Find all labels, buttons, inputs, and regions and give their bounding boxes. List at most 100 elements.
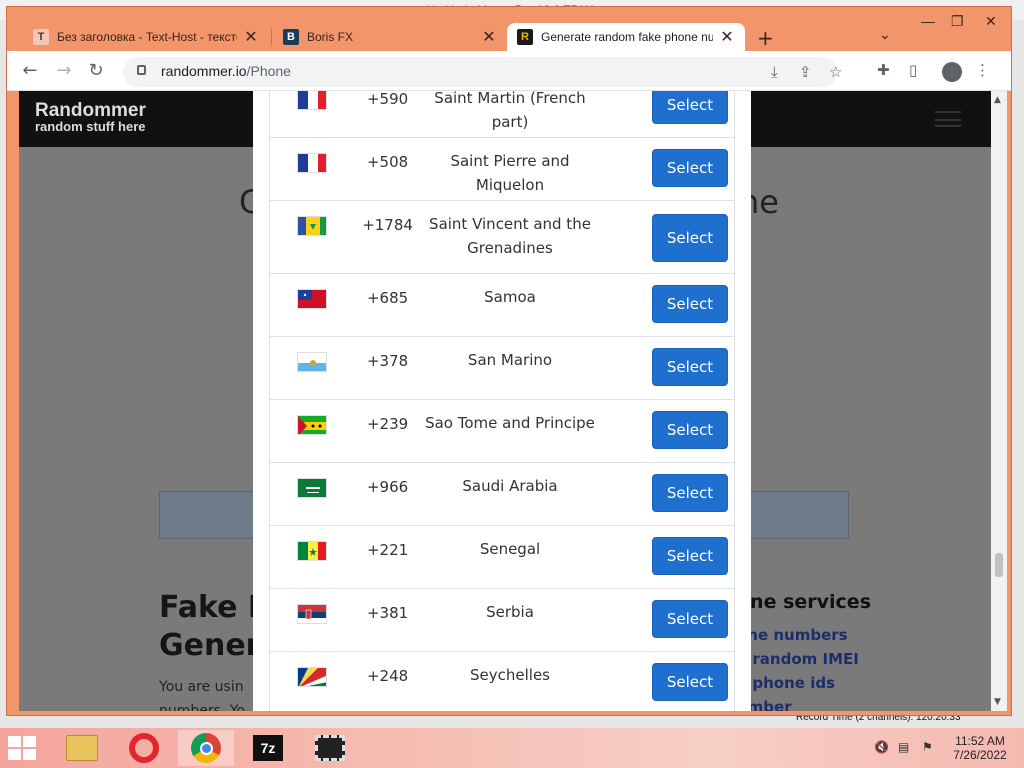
country-name: Serbia	[486, 603, 534, 621]
new-tab-button[interactable]: +	[757, 26, 774, 50]
tab-randommer-phone[interactable]: R Generate random fake phone numbers ✕	[507, 23, 745, 51]
url-path: /Phone	[246, 63, 291, 79]
flag-sc-icon	[297, 667, 327, 687]
flag-st-icon	[297, 415, 327, 435]
country-name: Saint Vincent and the Grenadines	[429, 215, 591, 257]
select-button[interactable]: Select	[651, 285, 728, 323]
logo-line-2: random stuff here	[35, 119, 146, 134]
service-link[interactable]: one numbers	[737, 623, 859, 647]
country-name: Seychelles	[470, 666, 550, 684]
flag-sn-icon	[297, 541, 327, 561]
minimize-icon[interactable]: —	[921, 13, 935, 29]
service-link[interactable]: e phone ids	[737, 671, 859, 695]
service-link[interactable]: e random IMEI	[737, 647, 859, 671]
paragraph-line-1: You are usin	[159, 679, 244, 695]
vegas-pro-film-icon[interactable]	[302, 730, 358, 766]
close-icon[interactable]: ✕	[243, 27, 259, 47]
select-button[interactable]: Select	[651, 663, 728, 701]
scrollbar-thumb[interactable]	[995, 553, 1003, 577]
system-clock[interactable]: 11:52 AM 7/26/2022	[940, 734, 1020, 762]
opera-browser-icon[interactable]	[116, 730, 172, 766]
country-code: +248	[366, 667, 409, 685]
file-explorer-icon[interactable]	[54, 730, 110, 766]
page-scrollbar[interactable]: ▲ ▼	[991, 91, 1007, 711]
address-url[interactable]: randommer.io/Phone	[161, 63, 291, 79]
more-menu-icon[interactable]: ⋮	[975, 61, 990, 79]
paragraph-line-2: numbers. Yo	[159, 703, 246, 711]
flag-rs-icon	[297, 604, 327, 624]
tab-boris-fx[interactable]: B Boris FX ✕	[273, 23, 507, 51]
tab-separator	[271, 29, 272, 45]
bookmark-star-icon[interactable]: ☆	[829, 63, 842, 81]
select-button[interactable]: Select	[651, 537, 728, 575]
7zip-icon[interactable]: 7z	[240, 730, 296, 766]
windows-start-icon[interactable]	[8, 736, 36, 760]
address-bar[interactable]: randommer.io/Phone ⤓ ⇪ ☆	[123, 57, 842, 87]
select-button[interactable]: Select	[651, 474, 728, 512]
window-close-icon[interactable]: ✕	[985, 13, 997, 30]
select-cell: Select	[605, 474, 734, 512]
tab-text-host[interactable]: T Без заголовка - Text-Host - текстовый …	[23, 23, 269, 51]
country-name: Samoa	[484, 288, 536, 306]
country-name: Senegal	[479, 540, 541, 558]
side-panel-icon[interactable]: ▯	[909, 61, 917, 79]
install-app-icon[interactable]: ⤓	[771, 63, 778, 81]
chrome-browser-icon[interactable]	[178, 730, 234, 766]
select-button[interactable]: Select	[651, 600, 728, 638]
select-cell: Select	[605, 663, 734, 701]
site-logo[interactable]: Randommer random stuff here	[35, 100, 146, 135]
logo-line-1: Randommer	[35, 100, 146, 121]
select-button[interactable]: Select	[651, 149, 728, 187]
clock-date: 7/26/2022	[953, 748, 1007, 762]
close-icon[interactable]: ✕	[719, 27, 735, 47]
close-icon[interactable]: ✕	[481, 27, 497, 47]
table-row: +221 Senegal Select	[270, 526, 734, 589]
flag-cell	[270, 149, 360, 173]
network-icon[interactable]: ▤	[898, 740, 909, 754]
clock-time: 11:52 AM	[955, 734, 1005, 748]
country-table: +590 Saint Martin (French part) Select +508…	[269, 91, 735, 711]
profile-avatar-icon[interactable]	[942, 62, 962, 82]
flag-cell	[270, 600, 360, 624]
back-arrow-icon[interactable]: ←	[19, 61, 41, 81]
notification-flag-icon[interactable]: ⚑	[922, 740, 933, 754]
forward-arrow-icon[interactable]: →	[53, 61, 75, 81]
browser-window: T Без заголовка - Text-Host - текстовый …	[6, 6, 1012, 716]
flag-sm-icon	[297, 352, 327, 372]
scroll-down-arrow-icon[interactable]: ▼	[994, 697, 1001, 707]
select-cell: Select	[605, 91, 734, 124]
flag-ws-icon	[297, 289, 327, 309]
reload-icon[interactable]: ↻	[85, 61, 107, 81]
section-paragraph: You are usin numbers. Yo	[159, 675, 245, 711]
table-row: +1784 Saint Vincent and the Grenadines Sel…	[270, 201, 734, 274]
country-code: +966	[366, 478, 409, 496]
flag-cell	[270, 285, 360, 309]
tab-strip: T Без заголовка - Text-Host - текстовый …	[7, 7, 1011, 51]
tab-label: Generate random fake phone numbers	[541, 30, 713, 44]
select-cell: Select	[605, 537, 734, 575]
table-row: +508 Saint Pierre and Miquelon Select	[270, 138, 734, 201]
select-cell: Select	[605, 600, 734, 638]
tab-search-chevron-icon[interactable]: ⌄	[879, 27, 891, 43]
country-name: Saint Pierre and Miquelon	[450, 152, 570, 194]
share-icon[interactable]: ⇪	[799, 63, 812, 81]
volume-muted-icon[interactable]: 🔇	[874, 740, 889, 754]
flag-cell	[270, 348, 360, 372]
select-cell: Select	[605, 149, 734, 187]
table-row: +248 Seychelles Select	[270, 652, 734, 711]
select-button[interactable]: Select	[651, 214, 728, 262]
scroll-up-arrow-icon[interactable]: ▲	[994, 95, 1001, 105]
lock-icon	[137, 65, 146, 75]
select-button[interactable]: Select	[651, 348, 728, 386]
hamburger-menu-icon[interactable]	[935, 111, 961, 127]
select-button[interactable]: Select	[651, 91, 728, 124]
maximize-icon[interactable]: ❐	[951, 13, 964, 30]
flag-cell	[270, 91, 360, 110]
select-button[interactable]: Select	[651, 411, 728, 449]
country-code: +221	[366, 541, 409, 559]
extensions-puzzle-icon[interactable]: ✚	[877, 61, 890, 79]
select-cell: Select	[605, 411, 734, 449]
service-link[interactable]: umber	[737, 695, 859, 711]
randommer-icon: R	[517, 29, 533, 45]
country-name: Saudi Arabia	[462, 477, 558, 495]
